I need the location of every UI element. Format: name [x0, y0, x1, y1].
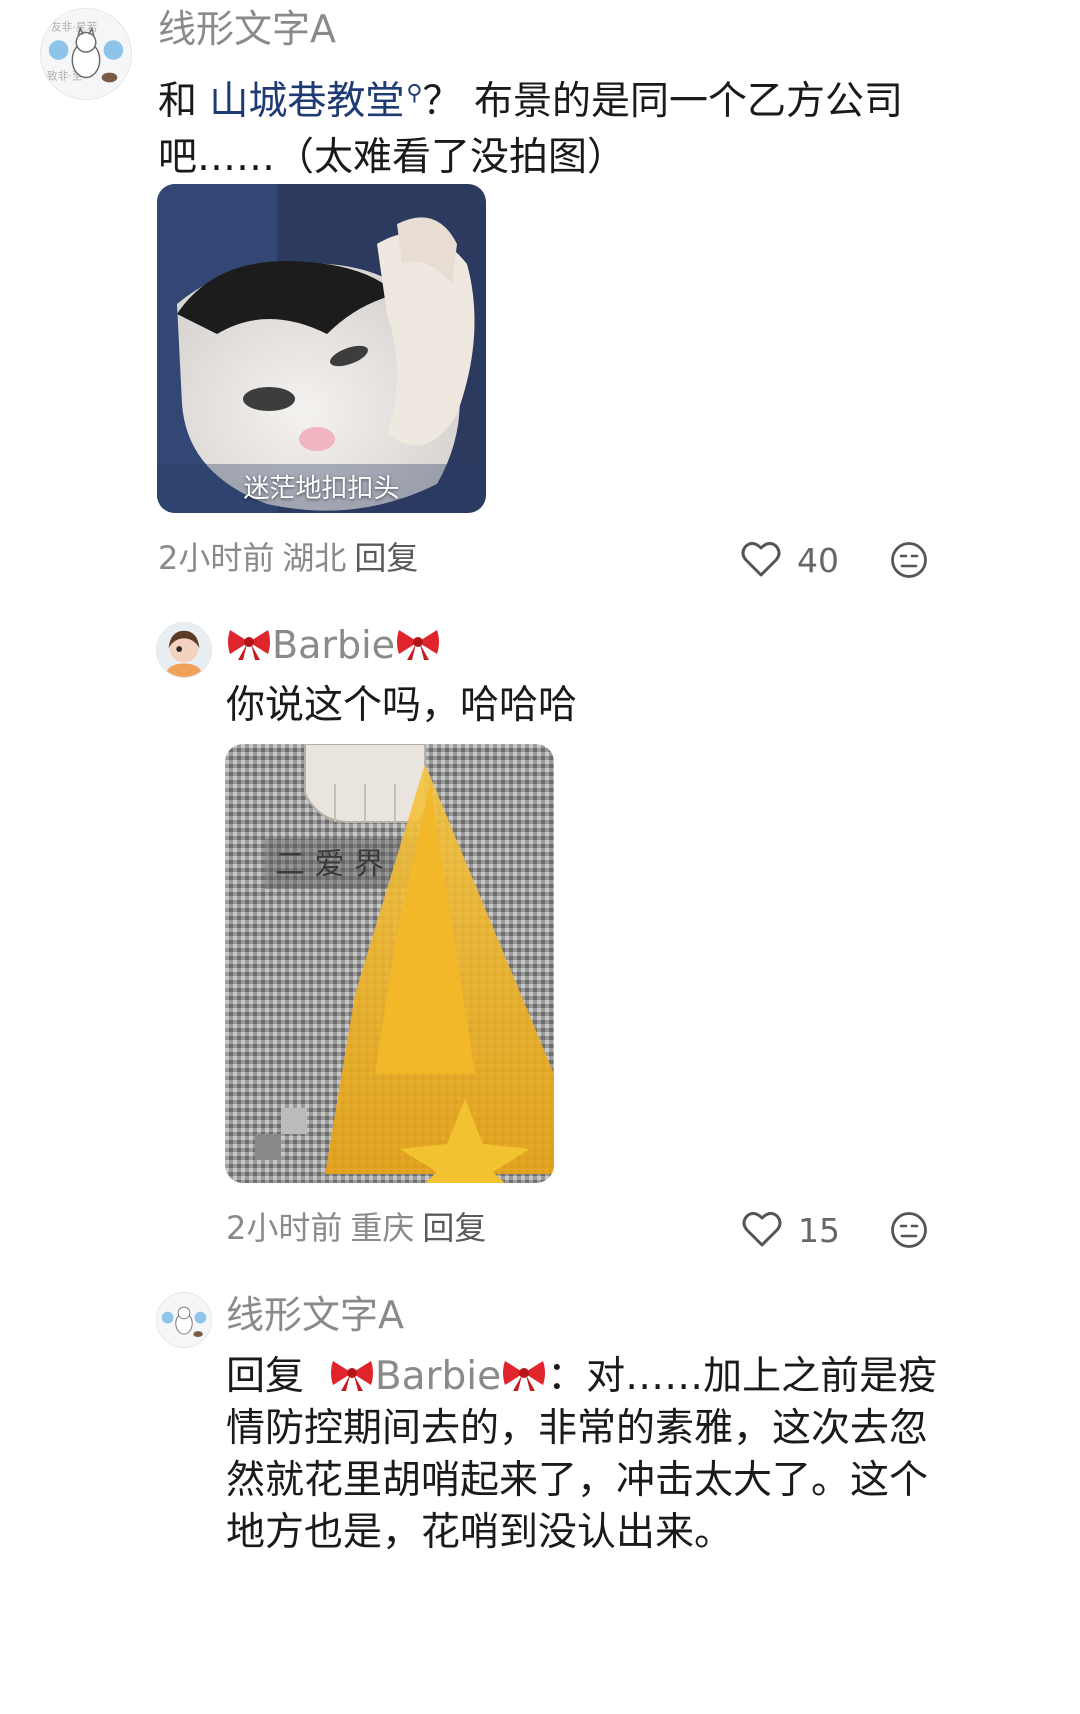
- comment-text-part: 和: [158, 79, 210, 124]
- reply-button[interactable]: 回复: [422, 1209, 486, 1247]
- topic-link[interactable]: 山城巷教堂: [209, 79, 404, 124]
- heart-outline-icon[interactable]: [741, 540, 781, 578]
- reply-button[interactable]: 回复: [354, 539, 418, 577]
- reply-mention[interactable]: Barbie: [375, 1354, 501, 1399]
- search-icon[interactable]: ⚲: [406, 81, 422, 106]
- red-bow-icon: [329, 1355, 375, 1391]
- comment-time: 2小时前: [158, 539, 275, 577]
- emoji-face-icon[interactable]: [890, 541, 928, 579]
- like-count: 15: [798, 1211, 840, 1250]
- comment-text: 回复 Barbie ：对……加上之前是疫情防控期间去的，非常的素雅，这次去忽然就花…: [226, 1351, 950, 1559]
- comment-text: 你说这个吗，哈哈哈: [226, 683, 578, 728]
- comment-location: 湖北: [282, 539, 347, 577]
- red-bow-icon: [226, 626, 272, 662]
- comment-location: 重庆: [350, 1209, 415, 1247]
- comment-username[interactable]: 线形文字A: [158, 10, 336, 48]
- comment-time: 2小时前: [226, 1209, 343, 1247]
- comment-username[interactable]: Barbie: [226, 626, 441, 664]
- svg-text:二 爱 界: 二 爱 界: [275, 847, 384, 882]
- comment-meta: 2小时前 重庆 回复: [226, 1212, 494, 1244]
- like-count: 40: [797, 541, 839, 580]
- cat-sticker-image[interactable]: 迷茫地扣扣头: [157, 184, 486, 513]
- avatar[interactable]: [156, 1292, 212, 1348]
- avatar[interactable]: [156, 622, 212, 678]
- username-text[interactable]: Barbie: [272, 623, 395, 667]
- sticker-caption: 迷茫地扣扣头: [243, 474, 400, 504]
- comment-meta: 2小时前 湖北 回复: [158, 542, 426, 574]
- red-bow-icon: [501, 1355, 547, 1391]
- red-bow-icon: [395, 626, 441, 662]
- avatar[interactable]: 友非·星若 致非·至: [40, 8, 132, 100]
- comment-username[interactable]: 线形文字A: [226, 1296, 404, 1334]
- christmas-tree-photo[interactable]: 二 爱 界: [225, 744, 554, 1183]
- reply-prefix: 回复: [226, 1354, 305, 1399]
- comment-text: 和 山城巷教堂⚲？ 布景的是同一个乙方公司吧……（太难看了没拍图）: [158, 66, 918, 186]
- heart-outline-icon[interactable]: [742, 1210, 782, 1248]
- emoji-face-icon[interactable]: [890, 1211, 928, 1249]
